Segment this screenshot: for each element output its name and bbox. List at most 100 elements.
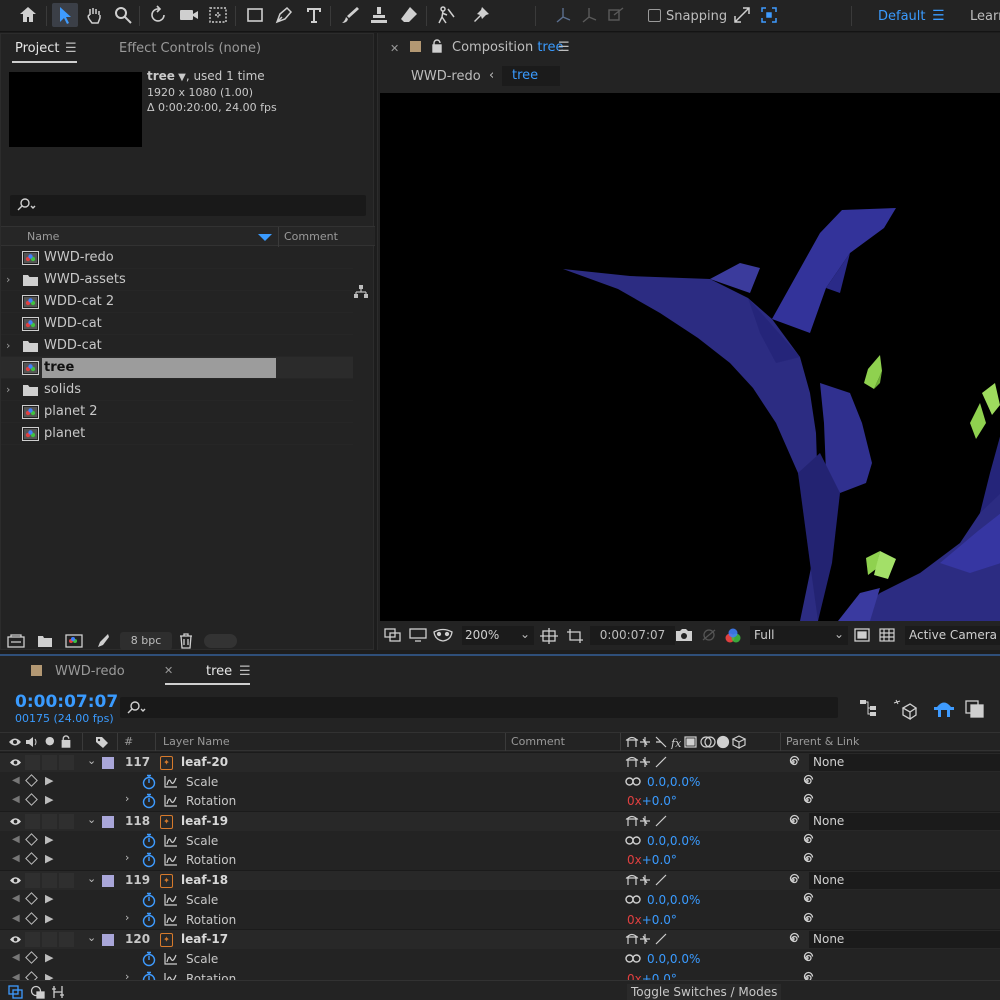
stopwatch-icon[interactable] (141, 774, 157, 790)
next-keyframe-icon[interactable]: ▶ (45, 892, 53, 905)
keyframe-diamond-icon[interactable] (25, 911, 38, 925)
layer-name[interactable]: leaf-17 (181, 932, 228, 946)
interpret-footage-icon[interactable] (7, 634, 25, 648)
camera-view-select[interactable]: Active Camera (905, 626, 1000, 645)
chevron-right-icon[interactable]: › (6, 383, 10, 396)
layer-switches-toggle-icon[interactable] (8, 985, 24, 999)
pick-whip-icon[interactable] (800, 912, 814, 926)
pick-whip-icon[interactable] (786, 814, 800, 828)
zoom-select[interactable]: 200% ⌄ (462, 626, 534, 645)
solo-dot-icon[interactable]: ● (45, 734, 55, 747)
scale-value[interactable]: 0.0,0.0% (647, 952, 700, 966)
layer-name[interactable]: leaf-20 (181, 755, 228, 769)
solo-toggle[interactable] (42, 932, 57, 948)
channels-icon[interactable] (724, 628, 742, 644)
project-item[interactable]: WDD-cat 2 (1, 291, 353, 313)
workspace-default[interactable]: Default (878, 9, 926, 24)
pan-behind-tool-icon[interactable] (205, 3, 231, 27)
audio-toggle[interactable] (25, 755, 40, 770)
render-queue-icon[interactable] (94, 633, 110, 649)
parent-select[interactable]: None (809, 813, 1000, 831)
video-eye-icon[interactable] (8, 736, 22, 748)
layer-label-color[interactable] (102, 875, 114, 888)
chevron-down-icon[interactable]: ⌄ (87, 931, 96, 944)
graph-editor-icon[interactable] (164, 853, 178, 867)
chevron-down-icon[interactable]: ⌄ (87, 754, 96, 767)
timeline-timecode[interactable]: 0:00:07:07 (15, 692, 118, 712)
stopwatch-icon[interactable] (141, 912, 157, 928)
view-axis-mode-icon[interactable] (603, 3, 629, 27)
pick-whip-icon[interactable] (800, 774, 814, 788)
project-menu-icon[interactable]: ☰ (65, 41, 77, 56)
chevron-right-icon[interactable]: › (6, 339, 10, 352)
column-layer-name[interactable]: Layer Name (163, 735, 230, 748)
graph-editor-icon[interactable] (164, 913, 178, 926)
bpc-button[interactable]: 8 bpc (120, 632, 172, 650)
keyframe-diamond-icon[interactable] (25, 852, 38, 866)
timeline-menu-icon[interactable]: ☰ (239, 664, 251, 679)
frame-blending-icon[interactable] (964, 698, 986, 718)
column-parent-link[interactable]: Parent & Link (786, 735, 859, 748)
trash-icon[interactable] (179, 633, 193, 649)
layer-row[interactable]: ⌄ 117 ✦ leaf-20 None (0, 752, 1000, 772)
layer-label-color[interactable] (102, 934, 114, 947)
layer-switches[interactable] (625, 932, 677, 946)
chevron-right-icon[interactable]: › (125, 911, 129, 924)
home-icon[interactable] (15, 3, 41, 27)
snap-expand-icon[interactable] (729, 3, 755, 27)
puppet-pin-tool-icon[interactable] (468, 3, 494, 27)
stopwatch-icon[interactable] (141, 892, 157, 908)
lock-icon[interactable] (60, 735, 72, 748)
layer-label-color[interactable] (102, 816, 114, 829)
world-axis-mode-icon[interactable] (576, 3, 602, 27)
breadcrumb-current[interactable]: tree (502, 66, 560, 86)
constrain-proportions-icon[interactable] (625, 894, 641, 905)
solo-toggle[interactable] (42, 755, 57, 770)
video-eye-icon[interactable] (9, 934, 22, 945)
rotate-tool-icon[interactable] (146, 3, 172, 27)
prev-keyframe-icon[interactable]: ◀ (12, 775, 20, 786)
layer-row[interactable]: ⌄ 120 ✦ leaf-17 None (0, 929, 1000, 949)
lock-toggle[interactable] (59, 932, 74, 948)
next-keyframe-icon[interactable]: ▶ (45, 912, 53, 925)
pick-whip-icon[interactable] (786, 873, 800, 887)
keyframe-diamond-icon[interactable] (25, 832, 38, 846)
scale-value[interactable]: 0.0,0.0% (647, 775, 700, 789)
camera-tool-icon[interactable] (176, 3, 202, 27)
roto-brush-tool-icon[interactable] (433, 3, 459, 27)
property-row-rotation[interactable]: ◀ ▶ › Rotation 0x+0.0° (0, 791, 1000, 812)
keyframe-diamond-icon[interactable] (25, 891, 38, 905)
project-search-input[interactable] (10, 195, 366, 216)
draft-3d-icon[interactable] (893, 698, 917, 720)
in-out-toggle-icon[interactable] (51, 985, 65, 999)
project-item[interactable]: › WWD-assets (1, 269, 353, 291)
composition-viewer[interactable] (380, 93, 1000, 621)
graph-editor-icon[interactable] (164, 794, 178, 807)
property-row-rotation[interactable]: ◀ ▶ › Rotation 0x+0.0° (0, 909, 1000, 930)
solo-toggle[interactable] (42, 814, 57, 830)
close-icon[interactable]: ✕ (164, 664, 173, 677)
layer-switches[interactable] (625, 755, 677, 769)
pick-whip-icon[interactable] (800, 833, 814, 847)
prev-keyframe-icon[interactable]: ◀ (12, 893, 20, 904)
zoom-tool-icon[interactable] (110, 3, 136, 27)
layer-label-color[interactable] (102, 757, 114, 769)
property-row-scale[interactable]: ◀ ▶ Scale 0.0,0.0% (0, 771, 1000, 792)
video-eye-icon[interactable] (9, 757, 22, 768)
prev-keyframe-icon[interactable]: ◀ (12, 853, 20, 864)
lock-toggle[interactable] (59, 755, 74, 770)
solo-toggle[interactable] (42, 873, 57, 889)
property-row-rotation[interactable]: ◀ ▶ › Rotation 0x+0.0° (0, 850, 1000, 871)
rotation-value[interactable]: 0x+0.0° (627, 794, 677, 808)
monitor-icon[interactable] (409, 628, 427, 642)
hand-tool-icon[interactable] (81, 3, 107, 27)
keyframe-diamond-icon[interactable] (25, 951, 38, 964)
layer-name[interactable]: leaf-18 (181, 873, 228, 887)
stopwatch-icon[interactable] (141, 833, 157, 849)
always-preview-icon[interactable] (384, 628, 402, 642)
graph-editor-icon[interactable] (164, 952, 178, 965)
keyframe-diamond-icon[interactable] (25, 793, 38, 807)
snap-target-icon[interactable] (756, 3, 782, 27)
constrain-proportions-icon[interactable] (625, 835, 641, 846)
parent-select[interactable]: None (809, 754, 1000, 771)
